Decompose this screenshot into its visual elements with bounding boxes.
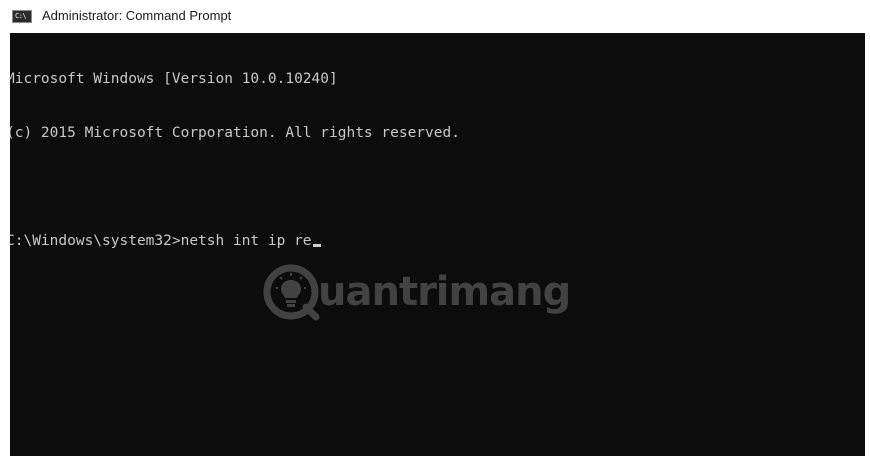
- lightbulb-q-icon: [263, 264, 320, 321]
- command-input-text[interactable]: C:\Windows\system32>netsh int ip re: [10, 233, 312, 249]
- cmd-icon-glyph: C:\: [15, 12, 27, 20]
- cmd-icon[interactable]: C:\: [12, 10, 32, 23]
- window-title: Administrator: Command Prompt: [42, 8, 232, 23]
- watermark-text: uantrimang: [318, 269, 571, 315]
- console-line: Microsoft Windows [Version 10.0.10240]: [10, 71, 338, 87]
- console-area[interactable]: Microsoft Windows [Version 10.0.10240] (…: [10, 33, 865, 456]
- console-output: Microsoft Windows [Version 10.0.10240] (…: [10, 34, 460, 286]
- command-line[interactable]: C:\Windows\system32>netsh int ip re: [10, 232, 460, 250]
- watermark-logo: uantrimang: [262, 263, 571, 321]
- command-prompt-window: C:\ Administrator: Command Prompt Micros…: [0, 0, 870, 456]
- text-cursor: [312, 244, 321, 247]
- title-bar[interactable]: C:\ Administrator: Command Prompt: [0, 0, 870, 33]
- console-line: (c) 2015 Microsoft Corporation. All righ…: [10, 125, 460, 141]
